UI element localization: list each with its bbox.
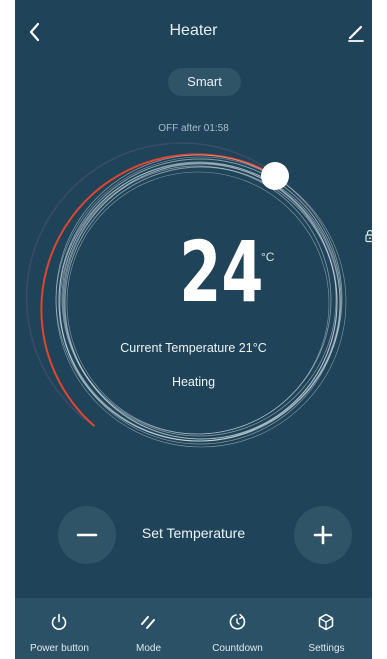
- countdown-button[interactable]: Countdown: [193, 598, 282, 659]
- current-temperature: Current Temperature 21°C: [120, 341, 267, 355]
- mode-chip[interactable]: Smart: [168, 68, 241, 96]
- dial-handle: [261, 162, 289, 190]
- settings-icon: [318, 613, 334, 631]
- increase-temperature-button[interactable]: [294, 506, 352, 564]
- power-icon: [51, 613, 67, 630]
- power-button-label: Power button: [30, 643, 89, 654]
- plus-icon: [313, 525, 333, 545]
- lock-icon[interactable]: [364, 229, 372, 243]
- power-button[interactable]: Power button: [15, 598, 104, 659]
- countdown-button-label: Countdown: [212, 643, 263, 654]
- temperature-unit: °C: [261, 250, 275, 264]
- lock-icon-graphic: [365, 229, 372, 243]
- mode-icon: [141, 616, 155, 629]
- header: Heater: [15, 0, 372, 64]
- settings-button-label: Settings: [308, 643, 345, 654]
- pencil-icon: [348, 25, 364, 42]
- settings-button[interactable]: Settings: [282, 598, 371, 659]
- heating-status: Heating: [171, 375, 216, 389]
- mode-button-label: Mode: [135, 643, 161, 654]
- bottom-toolbar: Power button Mode Countdown Settings: [15, 598, 372, 659]
- countdown-icon: [229, 613, 246, 630]
- edit-button[interactable]: [344, 18, 368, 46]
- heater-app: Heater Smart OFF after 01:58 24 °C Curre…: [15, 0, 372, 659]
- set-temperature-value: 24: [179, 223, 264, 321]
- mode-button[interactable]: Mode: [104, 598, 193, 659]
- page-title: Heater: [169, 22, 218, 39]
- timer-status: OFF after 01:58: [158, 123, 229, 134]
